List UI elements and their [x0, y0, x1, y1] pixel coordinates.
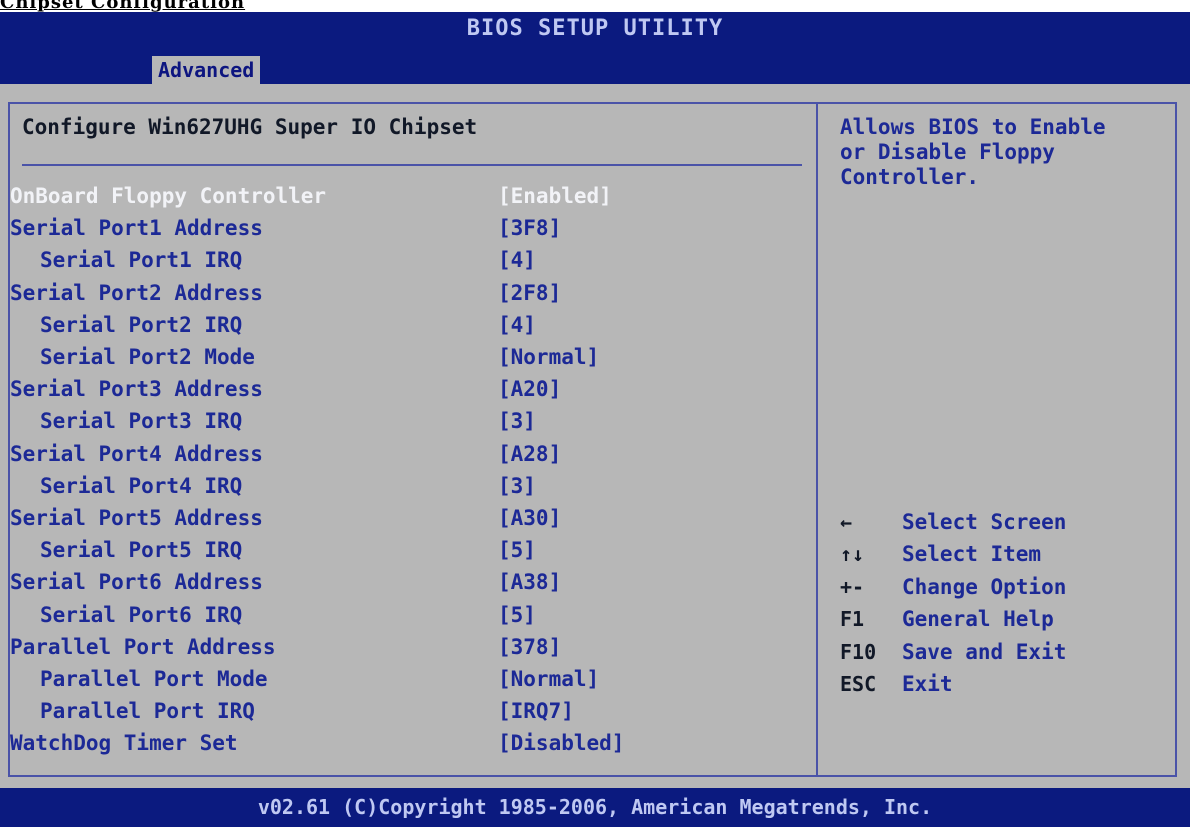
key-label: ESC [840, 672, 877, 696]
setting-value[interactable]: [378] [498, 635, 561, 659]
setting-label: WatchDog Timer Set [10, 731, 238, 756]
setting-value[interactable]: [3] [498, 409, 536, 433]
setting-label: Parallel Port IRQ [40, 699, 255, 724]
setting-value[interactable]: [Enabled] [498, 184, 612, 208]
key-action: Save and Exit [902, 639, 1067, 664]
key-action: Select Screen [902, 510, 1067, 534]
setting-value[interactable]: [5] [498, 603, 536, 627]
setting-label: Parallel Port Mode [40, 667, 268, 691]
setting-value[interactable]: [Normal] [498, 345, 599, 369]
setting-value[interactable]: [4] [498, 248, 536, 272]
setting-label: Serial Port6 Address [10, 570, 263, 595]
key-legend-item: +- Change Option [840, 573, 1170, 605]
page-heading-fragment: Chipset Configuration [0, 0, 1190, 12]
setting-value[interactable]: [IRQ7] [498, 699, 574, 723]
key-label: ← [840, 510, 853, 534]
panel-divider [816, 102, 818, 777]
setting-label: Serial Port5 Address [10, 506, 263, 530]
setting-row[interactable]: Serial Port3 IRQ [3] [0, 407, 816, 439]
setting-label: Parallel Port Address [10, 634, 276, 659]
help-text: Allows BIOS to Enable or Disable Floppy … [840, 115, 1106, 189]
setting-row[interactable]: Serial Port2 IRQ [4] [0, 311, 816, 343]
setting-value[interactable]: [Disabled] [498, 731, 624, 755]
setting-row[interactable]: Serial Port2 Address [2F8] [0, 279, 816, 311]
setting-value[interactable]: [A38] [498, 570, 561, 594]
setting-row[interactable]: Parallel Port Mode [Normal] [0, 665, 816, 697]
key-action: Change Option [902, 574, 1067, 599]
setting-row[interactable]: Serial Port2 Mode [Normal] [0, 343, 816, 375]
setting-label: OnBoard Floppy Controller [10, 184, 327, 208]
setting-row[interactable]: Serial Port6 Address [A38] [0, 568, 816, 600]
key-legend-item: ← Select Screen [840, 508, 1170, 540]
setting-value[interactable]: [2F8] [498, 281, 561, 305]
setting-value[interactable]: [Normal] [498, 667, 599, 691]
setting-row[interactable]: Serial Port6 IRQ [5] [0, 601, 816, 633]
setting-row[interactable]: Serial Port1 Address [3F8] [0, 214, 816, 246]
setting-value[interactable]: [A20] [498, 377, 561, 401]
setting-label: Serial Port2 Mode [40, 345, 255, 369]
copyright-text: v02.61 (C)Copyright 1985-2006, American … [257, 795, 933, 819]
setting-value[interactable]: [A28] [498, 442, 561, 466]
setting-label: Serial Port1 IRQ [40, 248, 243, 273]
key-legend-item: F1 General Help [840, 605, 1170, 637]
key-action: General Help [902, 607, 1054, 632]
setting-row[interactable]: Serial Port3 Address [A20] [0, 375, 816, 407]
page-heading-fragment-text: Chipset Configuration [0, 0, 246, 12]
setting-label: Serial Port2 Address [10, 280, 263, 305]
setting-row[interactable]: OnBoard Floppy Controller [Enabled] [0, 182, 816, 214]
key-label: F1 [840, 607, 865, 632]
key-legend-item: ↑↓ Select Item [840, 540, 1170, 572]
setting-value[interactable]: [4] [498, 313, 536, 337]
setting-label: Serial Port5 IRQ [40, 538, 243, 563]
setting-row[interactable]: WatchDog Timer Set [Disabled] [0, 729, 816, 761]
key-label: ↑↓ [840, 542, 865, 567]
setting-row[interactable]: Serial Port4 IRQ [3] [0, 472, 816, 504]
setting-row[interactable]: Parallel Port Address [378] [0, 633, 816, 665]
setting-label: Serial Port3 IRQ [40, 409, 243, 434]
key-action: Select Item [902, 542, 1042, 567]
setting-row[interactable]: Serial Port1 IRQ [4] [0, 246, 816, 278]
setting-label: Serial Port3 Address [10, 377, 263, 402]
key-label: F10 [840, 639, 877, 664]
setting-row[interactable]: Serial Port4 Address [A28] [0, 440, 816, 472]
bios-screen: BIOS SETUP UTILITY Advanced Configure Wi… [0, 12, 1190, 827]
setting-label: Serial Port4 Address [10, 441, 263, 466]
key-label: +- [840, 574, 865, 599]
footer-bar: v02.61 (C)Copyright 1985-2006, American … [0, 788, 1190, 827]
setting-label: Serial Port6 IRQ [40, 602, 243, 627]
setting-label: Serial Port1 Address [10, 216, 263, 241]
key-action: Exit [902, 672, 953, 696]
setting-row[interactable]: Serial Port5 IRQ [5] [0, 536, 816, 568]
setting-row[interactable]: Parallel Port IRQ [IRQ7] [0, 697, 816, 729]
setting-value[interactable]: [3] [498, 474, 536, 498]
setting-row[interactable]: Serial Port5 Address [A30] [0, 504, 816, 536]
setting-value[interactable]: [A30] [498, 506, 561, 530]
key-legend-item: F10 Save and Exit [840, 638, 1170, 670]
setting-value[interactable]: [5] [498, 538, 536, 562]
key-legend-item: ESC Exit [840, 670, 1170, 702]
setting-value[interactable]: [3F8] [498, 216, 561, 240]
setting-label: Serial Port4 IRQ [40, 473, 243, 498]
settings-list: OnBoard Floppy Controller [Enabled] Serial… [0, 12, 816, 827]
setting-label: Serial Port2 IRQ [40, 312, 243, 337]
